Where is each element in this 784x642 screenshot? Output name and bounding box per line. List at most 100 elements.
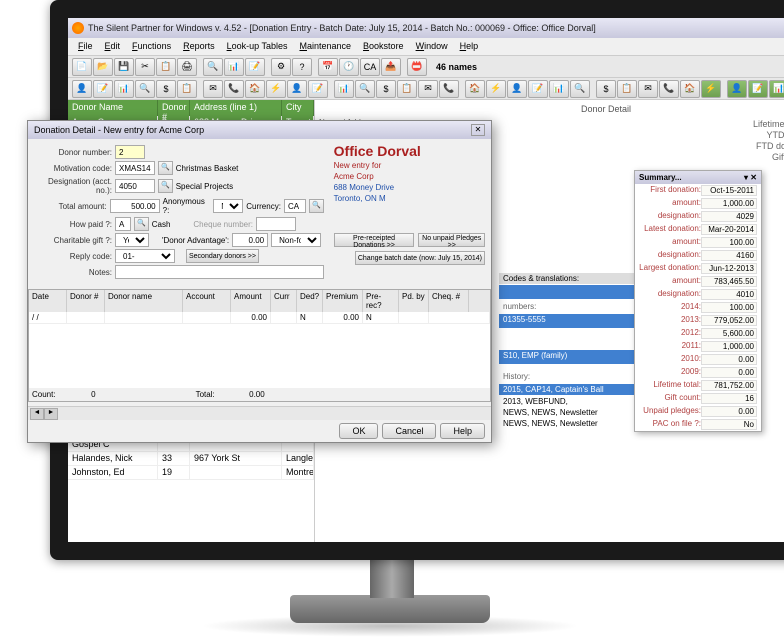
lookup-icon[interactable]: 🔍 xyxy=(134,217,149,231)
menu-file[interactable]: File xyxy=(72,38,99,55)
toolbar-button[interactable]: 👤 xyxy=(727,80,747,98)
toolbar-button[interactable]: 🏠 xyxy=(465,80,485,98)
toolbar-button[interactable]: ✉ xyxy=(418,80,438,98)
menu-reports[interactable]: Reports xyxy=(177,38,221,55)
advantage-input[interactable] xyxy=(232,233,268,247)
toolbar-button[interactable]: ? xyxy=(292,58,312,76)
total-amount-input[interactable] xyxy=(110,199,160,213)
toolbar-button[interactable]: CA xyxy=(360,58,380,76)
toolbar-button[interactable]: 📝 xyxy=(93,80,113,98)
toolbar-button[interactable]: 👤 xyxy=(72,80,92,98)
reply-code-select[interactable]: 01- xyxy=(115,249,175,263)
menu-bookstore[interactable]: Bookstore xyxy=(357,38,410,55)
col-header[interactable]: Pd. by xyxy=(399,290,429,312)
menu-functions[interactable]: Functions xyxy=(126,38,177,55)
toolbar-button[interactable]: 🔍 xyxy=(355,80,375,98)
table-row[interactable]: Johnston, Ed19Montreal xyxy=(68,466,314,480)
cancel-button[interactable]: Cancel xyxy=(382,423,436,439)
prereceipted-button[interactable]: Pre-receipted Donations >> xyxy=(334,233,415,247)
toolbar-button[interactable]: 📞 xyxy=(224,80,244,98)
horizontal-scrollbar[interactable]: ◄► xyxy=(28,406,491,420)
lookup-icon[interactable]: 🔍 xyxy=(158,161,173,175)
col-header[interactable]: Curr xyxy=(271,290,297,312)
col-header[interactable]: Pre-rec? xyxy=(363,290,399,312)
toolbar-button[interactable]: $ xyxy=(596,80,616,98)
dialog-close-icon[interactable]: ✕ xyxy=(471,124,485,136)
motivation-code-input[interactable] xyxy=(115,161,155,175)
toolbar-button[interactable]: 🏠 xyxy=(245,80,265,98)
toolbar-button[interactable]: 🔍 xyxy=(570,80,590,98)
col-city[interactable]: City xyxy=(282,100,314,116)
toolbar-button[interactable]: $ xyxy=(156,80,176,98)
col-donor-name[interactable]: Donor Name xyxy=(68,100,158,116)
toolbar-button[interactable]: 🕐 xyxy=(339,58,359,76)
toolbar-button[interactable]: ⚡ xyxy=(266,80,286,98)
menu-window[interactable]: Window xyxy=(410,38,454,55)
toolbar-button[interactable]: 📊 xyxy=(769,80,784,98)
toolbar-button[interactable]: 📊 xyxy=(114,80,134,98)
menu-edit[interactable]: Edit xyxy=(99,38,127,55)
lookup-icon[interactable]: 🔍 xyxy=(309,199,324,213)
notes-input[interactable] xyxy=(115,265,324,279)
toolbar-button[interactable]: $ xyxy=(376,80,396,98)
help-button[interactable]: Help xyxy=(440,423,485,439)
col-address[interactable]: Address (line 1) xyxy=(190,100,282,116)
unpaid-pledges-button[interactable]: No unpaid Pledges >> xyxy=(418,233,485,247)
menu-look-up tables[interactable]: Look-up Tables xyxy=(221,38,294,55)
toolbar-button[interactable]: ✉ xyxy=(203,80,223,98)
toolbar-button[interactable]: 📋 xyxy=(156,58,176,76)
anonymous-select[interactable]: No xyxy=(213,199,243,213)
toolbar-button[interactable]: ⚡ xyxy=(486,80,506,98)
toolbar-button[interactable]: 📋 xyxy=(397,80,417,98)
col-header[interactable]: Premium xyxy=(323,290,363,312)
designation-input[interactable] xyxy=(115,179,155,193)
toolbar-button[interactable]: 📂 xyxy=(93,58,113,76)
toolbar-button[interactable]: 📛 xyxy=(407,58,427,76)
toolbar-button[interactable]: 🔍 xyxy=(135,80,155,98)
toolbar-button[interactable]: 🏠 xyxy=(680,80,700,98)
toolbar-button[interactable]: 🔍 xyxy=(203,58,223,76)
summary-close-icon[interactable]: ▾ ✕ xyxy=(744,173,757,182)
ok-button[interactable]: OK xyxy=(339,423,378,439)
toolbar-button[interactable]: ✉ xyxy=(638,80,658,98)
toolbar-button[interactable]: 📝 xyxy=(748,80,768,98)
toolbar-button[interactable]: ⚡ xyxy=(701,80,721,98)
toolbar-button[interactable]: 📊 xyxy=(334,80,354,98)
toolbar-button[interactable]: 👤 xyxy=(507,80,527,98)
col-header[interactable]: Ded? xyxy=(297,290,323,312)
toolbar-button[interactable]: 💾 xyxy=(114,58,134,76)
change-batch-date-button[interactable]: Change batch date (now: July 15, 2014) xyxy=(355,251,485,265)
toolbar-button[interactable]: 📞 xyxy=(439,80,459,98)
col-header[interactable]: Donor name xyxy=(105,290,183,312)
toolbar-button[interactable]: 📝 xyxy=(308,80,328,98)
col-donor-num[interactable]: Donor # xyxy=(158,100,190,116)
toolbar-button[interactable]: 🖨 xyxy=(177,58,197,76)
toolbar-button[interactable]: 📋 xyxy=(177,80,197,98)
toolbar-button[interactable]: 📤 xyxy=(381,58,401,76)
col-header[interactable]: Amount xyxy=(231,290,271,312)
advantage-type-select[interactable]: Non-food xyxy=(271,233,321,247)
toolbar-button[interactable]: 📋 xyxy=(617,80,637,98)
secondary-donors-button[interactable]: Secondary donors >> xyxy=(186,249,259,263)
col-header[interactable]: Cheq. # xyxy=(429,290,469,312)
lookup-icon[interactable]: 🔍 xyxy=(158,179,173,193)
menu-help[interactable]: Help xyxy=(454,38,485,55)
toolbar-button[interactable]: 📄 xyxy=(72,58,92,76)
table-row[interactable]: Halandes, Nick33967 York StLangley xyxy=(68,452,314,466)
toolbar-button[interactable]: 📝 xyxy=(245,58,265,76)
grid-header[interactable]: Donor Name Donor # Address (line 1) City xyxy=(68,100,314,116)
toolbar-button[interactable]: 📞 xyxy=(659,80,679,98)
charitable-select[interactable]: Yes xyxy=(115,233,149,247)
toolbar-button[interactable]: ✂ xyxy=(135,58,155,76)
donor-number-input[interactable] xyxy=(115,145,145,159)
cheque-input[interactable] xyxy=(256,217,296,231)
toolbar-button[interactable]: 👤 xyxy=(287,80,307,98)
toolbar-button[interactable]: 📊 xyxy=(224,58,244,76)
currency-input[interactable] xyxy=(284,199,306,213)
col-header[interactable]: Date xyxy=(29,290,67,312)
toolbar-button[interactable]: 📝 xyxy=(528,80,548,98)
col-header[interactable]: Donor # xyxy=(67,290,105,312)
toolbar-button[interactable]: 📊 xyxy=(549,80,569,98)
toolbar-button[interactable]: 📅 xyxy=(318,58,338,76)
howpaid-input[interactable] xyxy=(115,217,131,231)
